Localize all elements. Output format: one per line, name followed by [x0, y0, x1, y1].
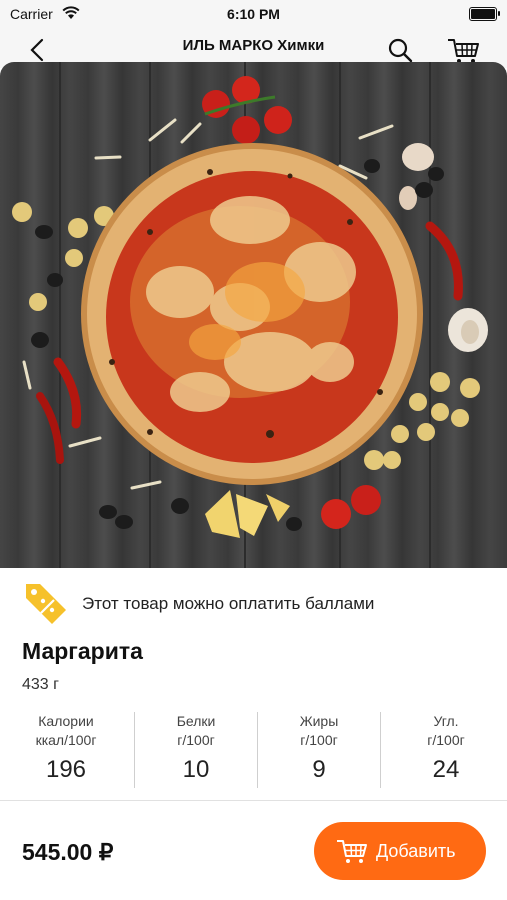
page-title: ИЛЬ МАРКО Химки [182, 37, 325, 54]
product-image [0, 62, 507, 568]
status-bar: Carrier 6:10 PM [0, 0, 507, 28]
points-payment-row: Этот товар можно оплатить баллами [0, 576, 507, 628]
nutrition-label: Жиры [299, 713, 339, 729]
discount-tag-icon [26, 584, 66, 624]
nutrition-value: 10 [182, 756, 210, 783]
nutrition-unit: г/100г [427, 732, 465, 748]
product-price: 545.00 ₽ [22, 839, 114, 865]
nutrition-calories: Калории ккал/100г 196 [4, 706, 128, 790]
nutrition-fat: Жиры г/100г 9 [257, 706, 381, 790]
nutrition-label: Угл. [433, 713, 459, 729]
nutrition-unit: ккал/100г [35, 732, 97, 748]
divider [380, 712, 381, 788]
divider [0, 800, 507, 801]
add-to-cart-button[interactable]: Добавить [314, 822, 486, 880]
product-name: Маргарита [22, 638, 143, 664]
nutrition-label: Калории [38, 713, 94, 729]
battery-icon [469, 7, 500, 21]
nutrition-carbs: Угл. г/100г 24 [384, 706, 507, 790]
nutrition-value: 24 [432, 756, 460, 783]
tomato-icon [202, 76, 292, 144]
nutrition-label: Белки [176, 713, 216, 729]
cart-icon [337, 840, 367, 863]
nutrition-value: 9 [312, 756, 326, 783]
search-icon[interactable] [386, 36, 414, 64]
points-text: Этот товар можно оплатить баллами [82, 594, 375, 613]
nutrition-table: Калории ккал/100г 196 Белки г/100г 10 Жи… [0, 706, 507, 798]
cart-icon[interactable] [446, 35, 482, 65]
nutrition-unit: г/100г [177, 732, 215, 748]
pizza-illustration [12, 62, 488, 568]
nutrition-protein: Белки г/100г 10 [134, 706, 258, 790]
add-button-label: Добавить [376, 841, 456, 861]
nutrition-value: 196 [45, 756, 87, 783]
nutrition-unit: г/100г [300, 732, 338, 748]
clock: 6:10 PM [227, 6, 280, 22]
product-weight: 433 г [22, 676, 59, 693]
